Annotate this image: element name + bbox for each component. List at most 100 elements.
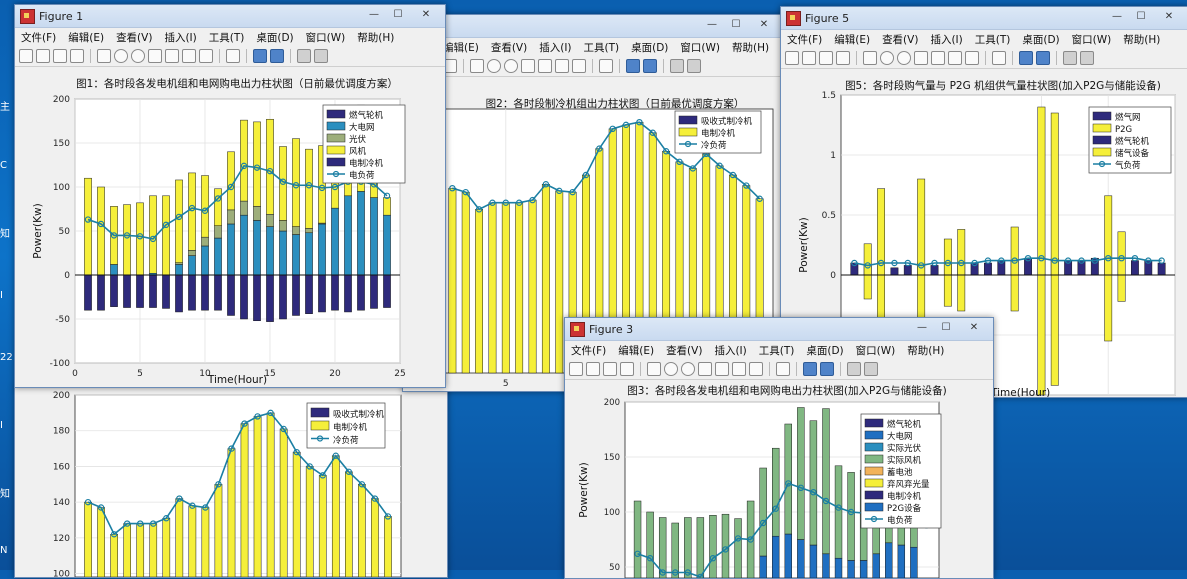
- link-icon[interactable]: [599, 59, 613, 73]
- pointer-icon[interactable]: [470, 59, 484, 73]
- legend-icon[interactable]: [643, 59, 657, 73]
- menu-item-window[interactable]: 窗口(W): [680, 40, 720, 55]
- hide-plot-tools-icon[interactable]: [847, 362, 861, 376]
- window-titlebar[interactable]: Figure 1 — ☐ ✕: [15, 5, 445, 28]
- new-figure-icon[interactable]: [569, 362, 583, 376]
- menu-item-view[interactable]: 查看(V): [491, 40, 527, 55]
- data-cursor-icon[interactable]: [948, 51, 962, 65]
- pointer-icon[interactable]: [863, 51, 877, 65]
- open-icon[interactable]: [586, 362, 600, 376]
- menu-item-desktop[interactable]: 桌面(D): [256, 30, 293, 45]
- menu-item-file[interactable]: 文件(F): [21, 30, 56, 45]
- close-icon[interactable]: ✕: [411, 7, 441, 23]
- pan-icon[interactable]: [914, 51, 928, 65]
- data-cursor-icon[interactable]: [732, 362, 746, 376]
- open-icon[interactable]: [802, 51, 816, 65]
- menu-item-tools[interactable]: 工具(T): [975, 32, 1011, 47]
- menu-item-help[interactable]: 帮助(H): [907, 343, 944, 358]
- link-icon[interactable]: [776, 362, 790, 376]
- menu-item-edit[interactable]: 编辑(E): [68, 30, 104, 45]
- figure-3-window[interactable]: Figure 3 — ☐ ✕ 文件(F) 编辑(E) 查看(V) 插入(I) 工具(…: [564, 317, 994, 579]
- print-icon[interactable]: [70, 49, 84, 63]
- print-icon[interactable]: [836, 51, 850, 65]
- save-icon[interactable]: [603, 362, 617, 376]
- pan-icon[interactable]: [148, 49, 162, 63]
- colorbar-icon[interactable]: [626, 59, 640, 73]
- menu-item-insert[interactable]: 插入(I): [164, 30, 196, 45]
- menu-item-edit[interactable]: 编辑(E): [834, 32, 870, 47]
- brush-icon[interactable]: [199, 49, 213, 63]
- hide-plot-tools-icon[interactable]: [670, 59, 684, 73]
- save-icon[interactable]: [819, 51, 833, 65]
- minimize-icon[interactable]: —: [363, 7, 385, 23]
- open-icon[interactable]: [36, 49, 50, 63]
- data-cursor-icon[interactable]: [182, 49, 196, 63]
- pan-icon[interactable]: [698, 362, 712, 376]
- zoom-in-icon[interactable]: [487, 59, 501, 73]
- menu-item-desktop[interactable]: 桌面(D): [631, 40, 668, 55]
- close-icon[interactable]: ✕: [1154, 9, 1184, 25]
- link-icon[interactable]: [992, 51, 1006, 65]
- rotate-icon[interactable]: [165, 49, 179, 63]
- minimize-icon[interactable]: —: [911, 320, 933, 336]
- close-icon[interactable]: ✕: [749, 17, 779, 33]
- zoom-out-icon[interactable]: [681, 362, 695, 376]
- rotate-icon[interactable]: [538, 59, 552, 73]
- brush-icon[interactable]: [749, 362, 763, 376]
- maximize-icon[interactable]: ☐: [387, 7, 409, 23]
- pointer-icon[interactable]: [97, 49, 111, 63]
- print-icon[interactable]: [620, 362, 634, 376]
- menu-item-window[interactable]: 窗口(W): [306, 30, 346, 45]
- menu-item-tools[interactable]: 工具(T): [584, 40, 620, 55]
- menu-item-file[interactable]: 文件(F): [571, 343, 606, 358]
- minimize-icon[interactable]: —: [701, 17, 723, 33]
- pan-icon[interactable]: [521, 59, 535, 73]
- legend-icon[interactable]: [1036, 51, 1050, 65]
- show-plot-tools-icon[interactable]: [314, 49, 328, 63]
- zoom-out-icon[interactable]: [504, 59, 518, 73]
- close-icon[interactable]: ✕: [959, 320, 989, 336]
- legend-icon[interactable]: [270, 49, 284, 63]
- pointer-icon[interactable]: [647, 362, 661, 376]
- colorbar-icon[interactable]: [803, 362, 817, 376]
- maximize-icon[interactable]: ☐: [1130, 9, 1152, 25]
- hide-plot-tools-icon[interactable]: [297, 49, 311, 63]
- link-icon[interactable]: [226, 49, 240, 63]
- figure-1-window[interactable]: Figure 1 — ☐ ✕ 文件(F) 编辑(E) 查看(V) 插入(I) 工具(…: [14, 4, 446, 388]
- menu-item-view[interactable]: 查看(V): [116, 30, 152, 45]
- menu-item-edit[interactable]: 编辑(E): [618, 343, 654, 358]
- legend-icon[interactable]: [820, 362, 834, 376]
- menu-item-help[interactable]: 帮助(H): [732, 40, 769, 55]
- menu-item-tools[interactable]: 工具(T): [759, 343, 795, 358]
- window-titlebar[interactable]: — ☐ ✕: [403, 15, 783, 38]
- show-plot-tools-icon[interactable]: [864, 362, 878, 376]
- menu-item-insert[interactable]: 插入(I): [714, 343, 746, 358]
- colorbar-icon[interactable]: [253, 49, 267, 63]
- save-icon[interactable]: [53, 49, 67, 63]
- new-figure-icon[interactable]: [785, 51, 799, 65]
- zoom-out-icon[interactable]: [897, 51, 911, 65]
- menu-item-view[interactable]: 查看(V): [882, 32, 918, 47]
- rotate-icon[interactable]: [715, 362, 729, 376]
- brush-icon[interactable]: [965, 51, 979, 65]
- maximize-icon[interactable]: ☐: [935, 320, 957, 336]
- figure-4-window[interactable]: 100 120 140 160 180 200 吸收式制冷机 电制冷机 冷负荷: [14, 386, 448, 578]
- show-plot-tools-icon[interactable]: [687, 59, 701, 73]
- menu-item-desktop[interactable]: 桌面(D): [1022, 32, 1059, 47]
- data-cursor-icon[interactable]: [555, 59, 569, 73]
- show-plot-tools-icon[interactable]: [1080, 51, 1094, 65]
- zoom-in-icon[interactable]: [664, 362, 678, 376]
- menu-item-desktop[interactable]: 桌面(D): [806, 343, 843, 358]
- brush-icon[interactable]: [572, 59, 586, 73]
- menu-item-tools[interactable]: 工具(T): [209, 30, 245, 45]
- zoom-in-icon[interactable]: [880, 51, 894, 65]
- menu-item-file[interactable]: 文件(F): [787, 32, 822, 47]
- menu-item-insert[interactable]: 插入(I): [930, 32, 962, 47]
- menu-item-view[interactable]: 查看(V): [666, 343, 702, 358]
- minimize-icon[interactable]: —: [1106, 9, 1128, 25]
- new-figure-icon[interactable]: [19, 49, 33, 63]
- menu-item-window[interactable]: 窗口(W): [1072, 32, 1112, 47]
- menu-item-insert[interactable]: 插入(I): [539, 40, 571, 55]
- hide-plot-tools-icon[interactable]: [1063, 51, 1077, 65]
- menu-item-edit[interactable]: 编辑(E): [443, 40, 479, 55]
